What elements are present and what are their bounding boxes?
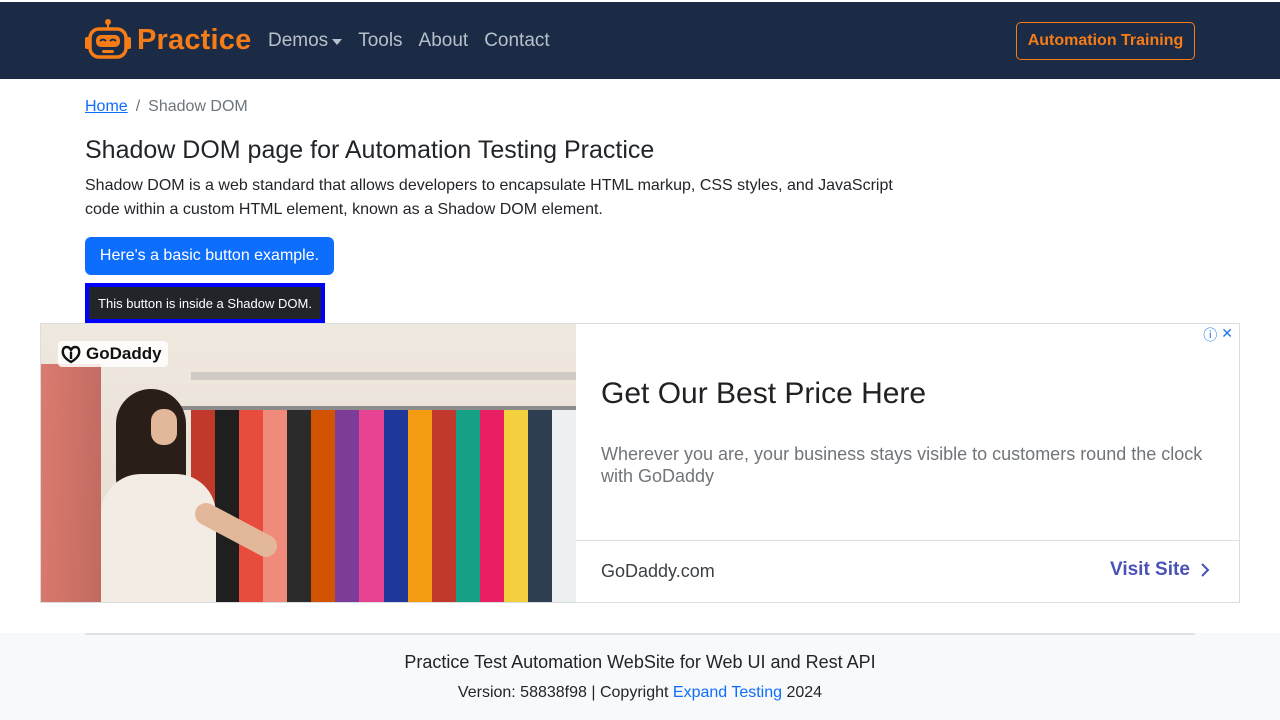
visit-site-button[interactable]: Visit Site (1110, 559, 1210, 581)
breadcrumb-separator: / (135, 98, 141, 115)
page-description: Shadow DOM is a web standard that allows… (85, 177, 893, 218)
footer-title: Practice Test Automation WebSite for Web… (404, 652, 876, 672)
automation-training-button[interactable]: Automation Training (1016, 22, 1195, 60)
ad-info-controls: ⓘ ✕ (1203, 325, 1233, 345)
footer-year: 2024 (786, 684, 823, 701)
nav-tools[interactable]: Tools (358, 30, 402, 52)
ad-headline[interactable]: Get Our Best Price Here (601, 377, 926, 411)
brand-name: Practice (137, 23, 252, 56)
robot-logo-icon (85, 19, 131, 59)
ad-image-person-face (151, 409, 177, 445)
footer: Practice Test Automation WebSite for Web… (0, 633, 1280, 720)
ad-description[interactable]: Wherever you are, your business stays vi… (601, 443, 1221, 487)
ad-divider (576, 540, 1239, 541)
nav-contact[interactable]: Contact (484, 30, 549, 52)
footer-meta: Version: 58838f98 | Copyright Expand Tes… (0, 684, 1280, 702)
ad-image-shelf (191, 372, 576, 380)
footer-version: Version: 58838f98 | Copyright (457, 684, 669, 701)
breadcrumb-home-link[interactable]: Home (85, 98, 128, 116)
close-icon[interactable]: ✕ (1221, 325, 1233, 345)
nav-demos-label: Demos (268, 30, 329, 51)
ad-image-wall (41, 364, 101, 602)
brand-link[interactable]: Practice (85, 18, 251, 62)
ad-image[interactable]: GoDaddy (41, 324, 576, 602)
godaddy-logo-icon (61, 345, 81, 364)
nav-demos-dropdown[interactable]: Demos (268, 30, 343, 52)
page-title: Shadow DOM page for Automation Testing P… (85, 136, 655, 164)
chevron-right-icon (1201, 563, 1210, 577)
ad-domain[interactable]: GoDaddy.com (601, 561, 715, 582)
advertisement[interactable]: GoDaddy ⓘ ✕ Get Our Best Price Here Wher… (40, 323, 1240, 603)
basic-button[interactable]: Here's a basic button example. (85, 237, 334, 275)
breadcrumb-current: Shadow DOM (148, 98, 248, 115)
footer-divider (85, 633, 1195, 635)
shadow-dom-button[interactable]: This button is inside a Shadow DOM. (85, 283, 325, 323)
ad-image-clothes-rack (191, 410, 576, 602)
expand-testing-link[interactable]: Expand Testing (673, 684, 782, 701)
top-navbar: Practice Demos Tools About Contact Autom… (0, 0, 1280, 79)
breadcrumb: Home / Shadow DOM (85, 98, 248, 116)
ad-image-person-body (101, 474, 216, 602)
nav-links: Demos Tools About Contact (268, 30, 550, 52)
info-icon[interactable]: ⓘ (1203, 325, 1217, 345)
ad-logo-text: GoDaddy (86, 344, 162, 363)
caret-down-icon (332, 39, 343, 45)
ad-advertiser-logo: GoDaddy (58, 341, 168, 367)
visit-site-label: Visit Site (1110, 559, 1190, 580)
nav-about[interactable]: About (419, 30, 469, 52)
